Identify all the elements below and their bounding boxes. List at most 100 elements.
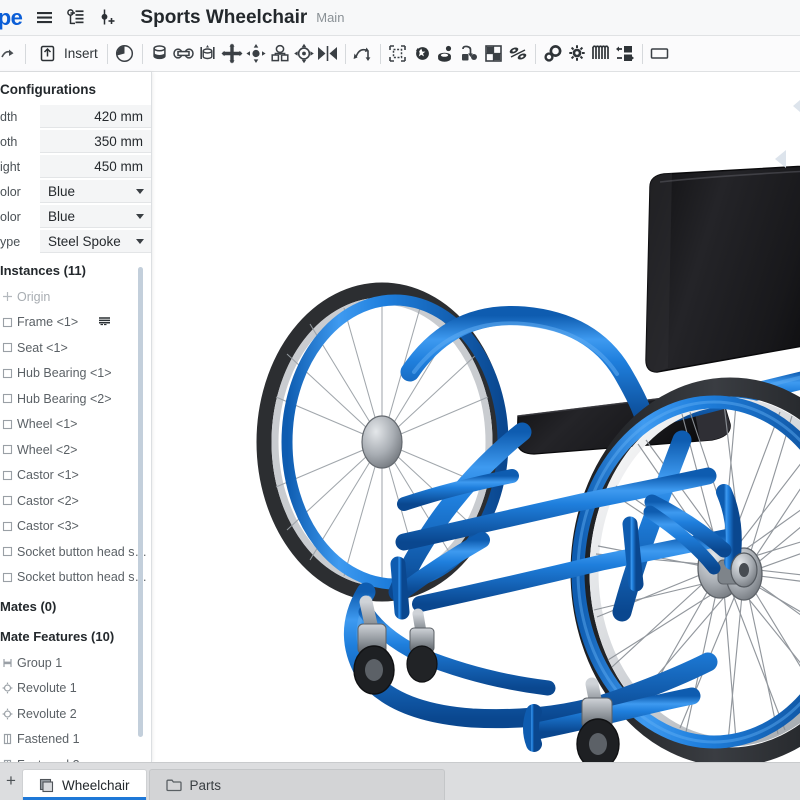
revolute-mate-icon[interactable]: [292, 42, 316, 66]
tree-item-hub-bearing-1[interactable]: Hub Bearing <1>: [0, 361, 151, 387]
config-row-wheel-color: olor Blue: [0, 204, 151, 229]
toolbar-divider: [25, 43, 26, 64]
toolbar-divider: [141, 43, 143, 64]
part-icon: [0, 317, 14, 328]
origin-icon: [0, 291, 14, 302]
toolbar-divider: [534, 43, 536, 64]
document-tree-icon[interactable]: [63, 5, 89, 31]
ball-mate-icon[interactable]: [244, 42, 268, 66]
tree-item-label: Castor <1>: [17, 468, 79, 483]
tree-item-fastened-1[interactable]: Fastened 1: [0, 727, 151, 753]
tree-item-castor-3[interactable]: Castor <3>: [0, 514, 151, 540]
wheel-color-select[interactable]: Blue: [40, 205, 151, 228]
tab-wheelchair[interactable]: Wheelchair: [22, 769, 147, 800]
boolean-icon[interactable]: [434, 42, 458, 66]
mirror-icon[interactable]: [506, 42, 530, 66]
tab-bar: + Wheelchair Parts: [0, 762, 800, 800]
add-tab-button[interactable]: +: [0, 762, 22, 800]
revolute-mate-icon: [0, 682, 14, 694]
tree-item-origin[interactable]: Origin: [0, 284, 151, 310]
mate-features-header: Mate Features (10): [0, 629, 115, 644]
replicate-icon[interactable]: [410, 42, 434, 66]
pin-slot-mate-icon[interactable]: [268, 42, 292, 66]
config-label: olor: [0, 184, 21, 199]
tree-item-fastened-2[interactable]: Fastened 2: [0, 752, 151, 762]
wheel-type-select[interactable]: Steel Spoke: [40, 230, 151, 253]
add-version-icon[interactable]: [95, 5, 121, 31]
config-row-seat-height: ight 450 mm: [0, 154, 151, 179]
planar-mate-icon[interactable]: [220, 42, 244, 66]
part-icon: [0, 342, 14, 353]
toolbar-divider: [379, 43, 381, 64]
tree-item-group-1[interactable]: Group 1: [0, 650, 151, 676]
chevron-down-icon: [136, 213, 144, 219]
tree-item-label: Group 1: [17, 655, 63, 670]
branch-label[interactable]: Main: [316, 10, 344, 25]
tree-item-label: Castor <2>: [17, 493, 79, 508]
tree-item-screw-1[interactable]: Socket button head sc...: [0, 539, 151, 565]
tab-label: Wheelchair: [62, 777, 130, 793]
page-title: Sports Wheelchair: [140, 6, 308, 28]
mate-connector-icon[interactable]: [351, 42, 375, 66]
in-context-edit-icon[interactable]: [458, 42, 482, 66]
tree-item-revolute-1[interactable]: Revolute 1: [0, 676, 151, 702]
fix-component-icon[interactable]: [148, 42, 172, 66]
toolbar-divider: [106, 43, 108, 64]
tree-item-label: Castor <3>: [17, 519, 79, 534]
tree-item-castor-2[interactable]: Castor <2>: [0, 488, 151, 514]
tree-item-screw-2[interactable]: Socket button head sc...: [0, 565, 151, 591]
insert-part-icon: [35, 42, 59, 66]
part-icon: [0, 495, 14, 506]
arrow-redo-icon[interactable]: [0, 42, 20, 66]
config-label: oth: [0, 134, 18, 149]
tree-item-label: Origin: [17, 289, 51, 304]
tree-item-revolute-2[interactable]: Revolute 2: [0, 701, 151, 727]
seat-depth-input[interactable]: 350 mm: [40, 130, 151, 153]
seat-width-input[interactable]: 420 mm: [40, 105, 151, 128]
frame-tubes: [344, 422, 742, 752]
onshape-logo[interactable]: ape: [0, 5, 28, 31]
tree-item-label: Seat <1>: [17, 340, 68, 355]
frame-color-value: Blue: [48, 183, 76, 199]
frame-color-select[interactable]: Blue: [40, 180, 151, 203]
panel-scrollbar[interactable]: [138, 267, 143, 737]
part-icon: [0, 572, 14, 583]
sports-wheelchair-model[interactable]: [152, 72, 800, 762]
3d-viewport[interactable]: [152, 72, 800, 762]
menu-icon[interactable]: [31, 5, 57, 31]
tab-parts[interactable]: Parts: [148, 769, 445, 800]
instances-header: Instances (11): [0, 263, 86, 278]
assembly-panel: Configurations dth 420 mm oth 350 mm igh…: [0, 72, 152, 762]
config-row-seat-depth: oth 350 mm: [0, 129, 151, 154]
configuration-list: dth 420 mm oth 350 mm ight 450 mm olor B…: [0, 104, 151, 254]
spring-icon[interactable]: [589, 42, 613, 66]
tree-item-seat[interactable]: Seat <1>: [0, 335, 151, 361]
tree-item-wheel-1[interactable]: Wheel <1>: [0, 412, 151, 438]
tree-item-wheel-2[interactable]: Wheel <2>: [0, 437, 151, 463]
gear-tool-icon[interactable]: [541, 42, 565, 66]
panel-title: Configurations: [0, 82, 96, 97]
tree-item-hub-bearing-2[interactable]: Hub Bearing <2>: [0, 386, 151, 412]
fastened-mate-icon[interactable]: [196, 42, 220, 66]
slider-mate-icon[interactable]: [316, 42, 340, 66]
tree-item-label: Socket button head sc...: [17, 570, 151, 585]
pattern-icon[interactable]: [482, 42, 506, 66]
display-state-icon[interactable]: [648, 42, 672, 66]
insert-button[interactable]: Insert: [31, 40, 102, 68]
history-clock-icon[interactable]: [113, 42, 137, 66]
panel-collapse-arrow[interactable]: [775, 150, 786, 168]
hub-bearing-near: [730, 552, 758, 588]
panel-collapse-arrow-top[interactable]: [793, 100, 800, 112]
belt-drive-icon[interactable]: [613, 42, 637, 66]
tree-item-castor-1[interactable]: Castor <1>: [0, 463, 151, 489]
fastened-mate-icon: [0, 733, 14, 745]
sun-gear-icon[interactable]: [565, 42, 589, 66]
transform-icon[interactable]: [386, 42, 410, 66]
tree-item-frame[interactable]: Frame <1>: [0, 310, 151, 336]
top-bar: ape Sports Wheelchair Main: [0, 0, 800, 36]
seat-height-input[interactable]: 450 mm: [40, 155, 151, 178]
part-icon: [0, 546, 14, 557]
part-icon: [0, 444, 14, 455]
part-icon: [0, 368, 14, 379]
group-mate-icon[interactable]: [172, 42, 196, 66]
